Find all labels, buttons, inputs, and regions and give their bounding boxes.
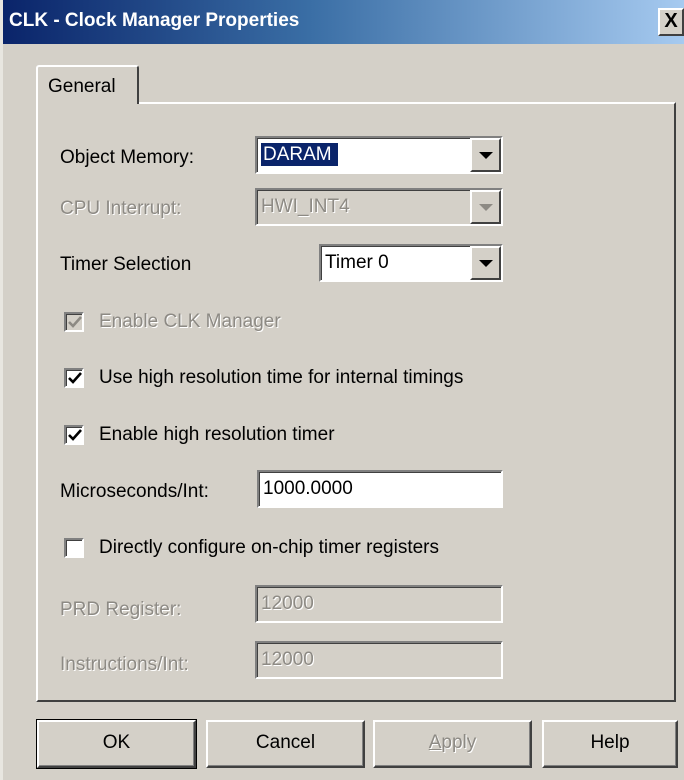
- cancel-button[interactable]: Cancel: [206, 720, 365, 768]
- directly-configure-label[interactable]: Directly configure on-chip timer registe…: [99, 537, 439, 559]
- enable-clk-manager-checkbox: [64, 312, 84, 332]
- microseconds-per-int-input[interactable]: 1000.0000: [257, 470, 503, 508]
- close-button[interactable]: X: [658, 8, 684, 36]
- enable-high-resolution-timer-label[interactable]: Enable high resolution timer: [99, 424, 335, 446]
- help-button[interactable]: Help: [542, 720, 678, 768]
- title-bar[interactable]: CLK - Clock Manager Properties: [3, 0, 684, 44]
- cpu-interrupt-select: HWI_INT4: [255, 188, 503, 226]
- directly-configure-checkbox[interactable]: [64, 538, 84, 558]
- tab-general-label: General: [48, 76, 116, 97]
- prd-register-value: 12000: [261, 593, 314, 614]
- window-title: CLK - Clock Manager Properties: [9, 10, 300, 31]
- apply-button-label: Apply: [428, 732, 477, 753]
- object-memory-select[interactable]: DARAM: [255, 136, 503, 174]
- properties-dialog: CLK - Clock Manager Properties X General…: [0, 0, 684, 780]
- timer-selection-label: Timer Selection: [60, 254, 192, 275]
- microseconds-per-int-value: 1000.0000: [263, 478, 353, 499]
- cpu-interrupt-label: CPU Interrupt:: [60, 198, 182, 219]
- prd-register-label: PRD Register:: [60, 599, 182, 620]
- checkmark-icon: [68, 372, 82, 384]
- prd-register-input: 12000: [255, 585, 503, 623]
- checkmark-icon: [68, 316, 82, 328]
- object-memory-label: Object Memory:: [60, 147, 195, 168]
- instructions-per-int-label: Instructions/Int:: [60, 654, 189, 675]
- timer-selection-dropdown-button[interactable]: [470, 246, 501, 280]
- enable-clk-manager-label: Enable CLK Manager: [99, 311, 281, 332]
- instructions-per-int-input: 12000: [255, 641, 503, 679]
- enable-high-resolution-timer-checkbox[interactable]: [64, 425, 84, 445]
- instructions-per-int-value: 12000: [261, 649, 314, 670]
- apply-button: Apply: [373, 720, 532, 768]
- object-memory-value: DARAM: [260, 142, 339, 167]
- tab-general[interactable]: General: [36, 65, 139, 104]
- ok-button[interactable]: OK: [36, 719, 197, 769]
- timer-selection-select[interactable]: Timer 0: [319, 244, 503, 282]
- microseconds-per-int-label: Microseconds/Int:: [60, 481, 209, 502]
- object-memory-dropdown-button[interactable]: [470, 138, 501, 172]
- checkmark-icon: [68, 429, 82, 441]
- cpu-interrupt-dropdown-button: [470, 190, 501, 224]
- use-high-resolution-label[interactable]: Use high resolution time for internal ti…: [99, 367, 463, 389]
- timer-selection-value: Timer 0: [325, 252, 389, 273]
- cpu-interrupt-value: HWI_INT4: [261, 196, 350, 217]
- use-high-resolution-checkbox[interactable]: [64, 368, 84, 388]
